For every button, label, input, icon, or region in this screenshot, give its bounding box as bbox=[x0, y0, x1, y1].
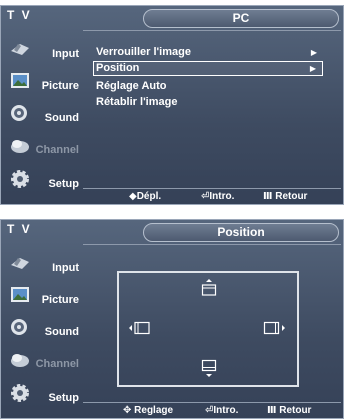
sidebar-item-input[interactable]: Input bbox=[1, 248, 83, 280]
chevron-right-icon: ▶ bbox=[309, 64, 316, 73]
pc-menu-screen: T V PC Input Picture Sound Channel Setup… bbox=[0, 5, 344, 205]
picture-icon bbox=[11, 73, 29, 88]
position-frame bbox=[117, 271, 299, 387]
menu-title: Position bbox=[143, 223, 339, 242]
menu-item-reglage-auto[interactable]: Réglage Auto bbox=[93, 79, 323, 94]
menu-item-label: Position bbox=[96, 62, 140, 74]
enter-hint: ⏎Intro. bbox=[201, 191, 235, 202]
move-left-icon[interactable] bbox=[129, 321, 151, 335]
enter-hint: ⏎Intro. bbox=[205, 405, 239, 416]
input-icon bbox=[11, 258, 29, 269]
back-hint: Ⅲ Retour bbox=[263, 191, 308, 202]
move-down-icon[interactable] bbox=[201, 359, 217, 377]
tv-label: T V bbox=[7, 222, 32, 236]
footer-hints: ◆Dépl. ⏎Intro. Ⅲ Retour bbox=[83, 188, 341, 204]
channel-icon bbox=[11, 354, 29, 367]
menu-item-label: Rétablir l'image bbox=[96, 96, 178, 108]
menu-item-label: Réglage Auto bbox=[96, 80, 167, 92]
footer-hints: ✥ Reglage ⏎Intro. Ⅲ Retour bbox=[83, 402, 341, 418]
sound-icon bbox=[11, 319, 27, 335]
sidebar-item-label: Setup bbox=[48, 392, 79, 404]
menu-item-retablir-image[interactable]: Rétablir l'image bbox=[93, 95, 323, 110]
menu-item-label: Verrouiller l'image bbox=[96, 46, 191, 58]
sidebar-item-input[interactable]: Input bbox=[1, 34, 83, 66]
setup-icon bbox=[11, 170, 29, 188]
sidebar-item-label: Sound bbox=[44, 112, 79, 124]
channel-icon bbox=[11, 140, 29, 153]
move-up-icon[interactable] bbox=[201, 279, 217, 297]
menu-item-verrouiller-image[interactable]: Verrouiller l'image ▶ bbox=[93, 45, 323, 60]
sidebar: Input Picture Sound Channel Setup bbox=[1, 244, 83, 418]
sidebar-item-label: Sound bbox=[44, 326, 79, 338]
sidebar-item-channel[interactable]: Channel bbox=[1, 344, 83, 376]
sidebar-item-label: Picture bbox=[41, 80, 79, 92]
sidebar-item-picture[interactable]: Picture bbox=[1, 280, 83, 312]
sidebar-item-label: Input bbox=[52, 48, 79, 60]
sidebar-item-label: Input bbox=[52, 262, 79, 274]
position-screen: T V Position Input Picture Sound Channel… bbox=[0, 219, 344, 419]
move-right-icon[interactable] bbox=[263, 321, 285, 335]
sidebar: Input Picture Sound Channel Setup bbox=[1, 30, 83, 204]
sidebar-item-setup[interactable]: Setup bbox=[1, 378, 83, 410]
sidebar-item-label: Channel bbox=[35, 144, 79, 156]
input-icon bbox=[11, 44, 29, 55]
back-hint: Ⅲ Retour bbox=[267, 405, 312, 416]
menu-item-position[interactable]: Position ▶ bbox=[93, 61, 323, 76]
position-panel bbox=[83, 244, 341, 403]
tv-label: T V bbox=[7, 8, 32, 22]
sidebar-item-sound[interactable]: Sound bbox=[1, 98, 83, 130]
sidebar-item-sound[interactable]: Sound bbox=[1, 312, 83, 344]
sidebar-item-picture[interactable]: Picture bbox=[1, 66, 83, 98]
setup-icon bbox=[11, 384, 29, 402]
menu-title: PC bbox=[143, 9, 339, 28]
adjust-hint: ✥ Reglage bbox=[123, 405, 174, 416]
menu-panel: Verrouiller l'image ▶ Position ▶ Réglage… bbox=[83, 30, 341, 189]
sidebar-item-label: Setup bbox=[48, 178, 79, 190]
chevron-right-icon: ▶ bbox=[310, 48, 317, 57]
sound-icon bbox=[11, 105, 27, 121]
move-hint: ◆Dépl. bbox=[129, 191, 162, 202]
sidebar-item-setup[interactable]: Setup bbox=[1, 164, 83, 196]
sidebar-item-label: Channel bbox=[35, 358, 79, 370]
sidebar-item-channel[interactable]: Channel bbox=[1, 130, 83, 162]
picture-icon bbox=[11, 287, 29, 302]
sidebar-item-label: Picture bbox=[41, 294, 79, 306]
